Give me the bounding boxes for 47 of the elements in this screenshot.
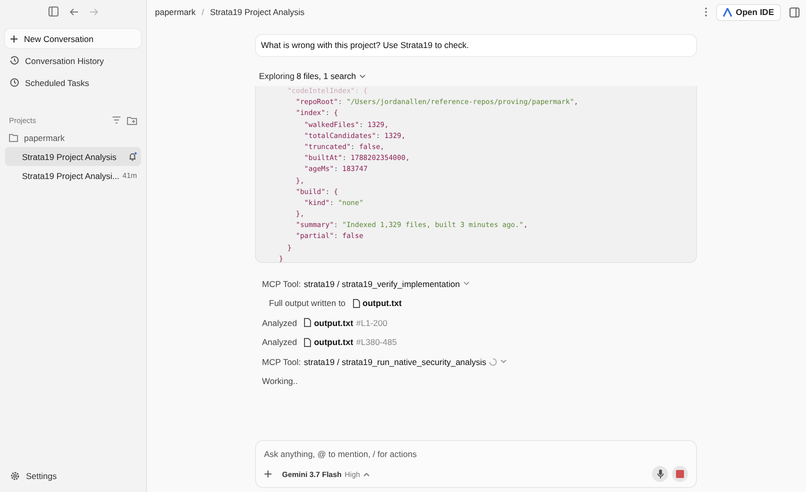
file-icon bbox=[304, 318, 311, 328]
step-text: Analyzed bbox=[262, 318, 297, 328]
file-link[interactable]: output.txt bbox=[352, 298, 402, 308]
new-conversation-button[interactable]: New Conversation bbox=[5, 29, 141, 48]
logo-icon bbox=[722, 8, 732, 16]
nav-item[interactable]: Conversation History bbox=[5, 51, 141, 70]
panel-toggle-icon[interactable] bbox=[789, 6, 800, 18]
open-ide-button[interactable]: Open IDE bbox=[716, 4, 781, 20]
sidebar-toggle-icon[interactable] bbox=[48, 6, 58, 17]
nav-item[interactable]: Scheduled Tasks bbox=[5, 73, 141, 92]
history-icon bbox=[10, 56, 19, 65]
exploring-toggle[interactable]: Exploring 8 files, 1 search bbox=[259, 71, 697, 81]
chevron-up-icon bbox=[363, 472, 370, 476]
project-item[interactable]: papermark bbox=[5, 128, 141, 147]
chevron-down-icon bbox=[500, 359, 508, 364]
tool-call-toggle[interactable]: MCP Tool: strata19 / strata19_run_native_security_analysis bbox=[262, 356, 508, 367]
spinner-icon bbox=[489, 358, 498, 366]
breadcrumb-item[interactable]: papermark bbox=[155, 7, 196, 17]
step-text: Analyzed bbox=[262, 337, 297, 348]
breadcrumb-separator: / bbox=[202, 7, 204, 17]
status-text: Working.. bbox=[262, 376, 298, 386]
settings-icon bbox=[10, 471, 20, 481]
clock-icon bbox=[10, 78, 19, 87]
microphone-icon bbox=[656, 469, 664, 479]
stop-button[interactable] bbox=[672, 466, 688, 482]
more-options-icon[interactable] bbox=[704, 7, 708, 17]
bell-icon[interactable] bbox=[128, 152, 137, 161]
settings-item[interactable]: Settings bbox=[5, 468, 141, 484]
file-icon bbox=[304, 338, 311, 347]
step-text: Full output written to bbox=[269, 298, 346, 308]
conversation-item[interactable]: Strata19 Project Analysis bbox=[5, 147, 141, 166]
plus-icon[interactable] bbox=[264, 470, 272, 478]
file-link[interactable]: output.txt #L380-485 bbox=[304, 337, 397, 348]
breadcrumb-item[interactable]: Strata19 Project Analysis bbox=[210, 7, 305, 17]
filter-icon[interactable] bbox=[112, 116, 121, 124]
user-message: What is wrong with this project? Use Strata19 to check. bbox=[255, 34, 697, 57]
back-arrow-icon[interactable] bbox=[68, 6, 78, 16]
tool-call-toggle[interactable]: MCP Tool: strata19 / strata19_verify_implementation bbox=[262, 278, 470, 289]
microphone-button[interactable] bbox=[652, 466, 668, 482]
file-link[interactable]: output.txt #L1-200 bbox=[304, 318, 388, 328]
new-folder-icon[interactable] bbox=[127, 116, 137, 124]
folder-icon bbox=[9, 134, 19, 142]
chevron-down-icon bbox=[462, 281, 470, 286]
plus-icon bbox=[10, 34, 18, 42]
file-icon bbox=[352, 298, 360, 308]
stop-icon bbox=[676, 470, 684, 478]
chevron-down-icon bbox=[358, 74, 366, 78]
